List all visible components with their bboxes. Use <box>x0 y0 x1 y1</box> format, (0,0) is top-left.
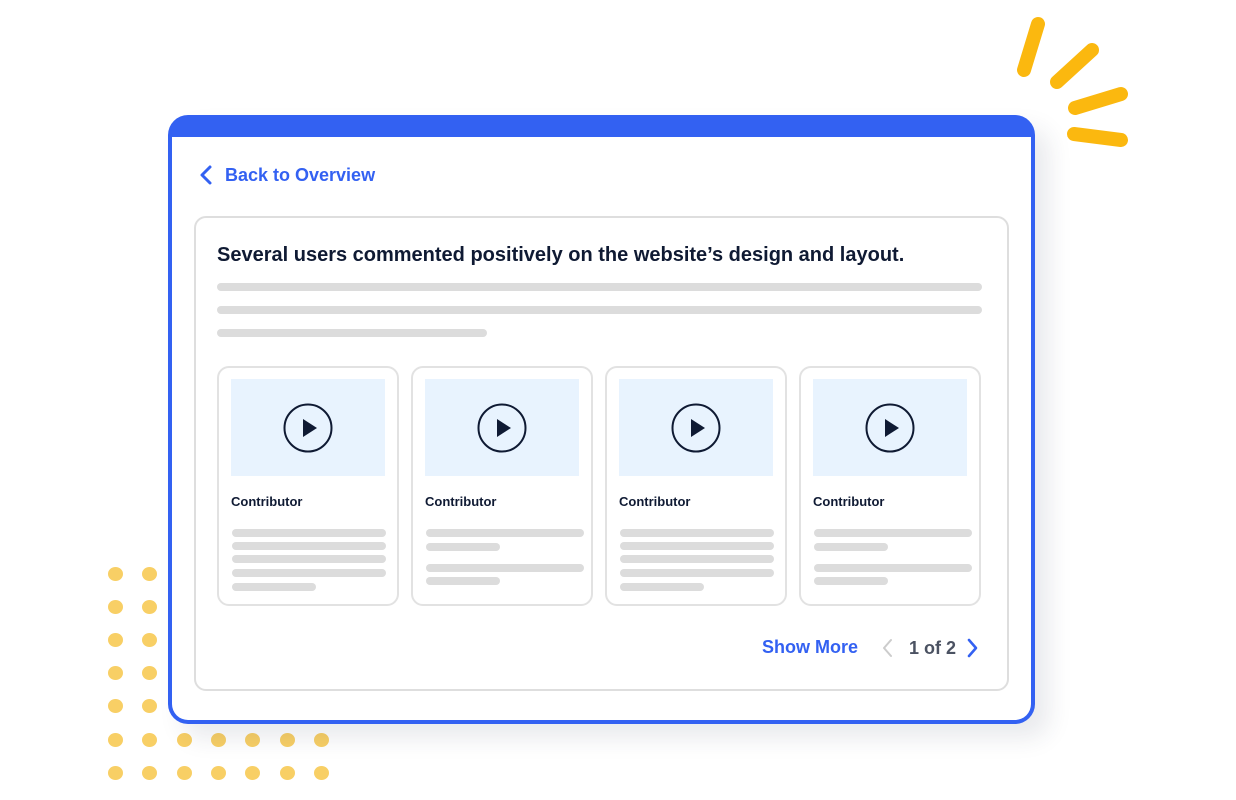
back-link-label: Back to Overview <box>225 164 376 185</box>
decor-dot <box>108 567 123 581</box>
text-placeholder-line <box>232 555 386 563</box>
decor-dot <box>177 733 192 747</box>
contributor-name: Contributor <box>231 494 303 509</box>
play-icon[interactable] <box>477 403 527 453</box>
decor-dot <box>142 567 157 581</box>
text-placeholder-line <box>426 543 500 551</box>
text-placeholder-line <box>620 583 704 591</box>
show-more-button[interactable]: Show More <box>762 637 858 658</box>
text-placeholder-line <box>814 577 888 585</box>
text-placeholder-line <box>232 542 386 550</box>
text-placeholder-line <box>232 529 386 537</box>
text-placeholder-line <box>814 543 888 551</box>
pagination: 1 of 2 <box>880 635 980 661</box>
back-to-overview-link[interactable]: Back to Overview <box>198 164 375 186</box>
decor-dot <box>177 766 192 780</box>
text-placeholder-line <box>426 577 500 585</box>
text-placeholder-line <box>232 569 386 577</box>
decor-dot <box>108 600 123 614</box>
insight-headline: Several users commented positively on th… <box>217 244 905 266</box>
text-placeholder-line <box>426 564 584 572</box>
decor-dot <box>142 600 157 614</box>
insight-panel: Several users commented positively on th… <box>194 216 1009 691</box>
text-placeholder-line <box>217 329 487 337</box>
decor-dot <box>211 766 226 780</box>
chevron-left-icon <box>200 165 212 185</box>
video-thumbnail[interactable] <box>231 379 385 476</box>
text-placeholder-line <box>426 529 584 537</box>
decor-dot <box>280 766 295 780</box>
contributor-name: Contributor <box>425 494 497 509</box>
decor-dot <box>245 733 260 747</box>
contributor-card[interactable]: Contributor <box>411 366 593 606</box>
text-placeholder-line <box>232 583 316 591</box>
decor-dot <box>142 733 157 747</box>
play-icon[interactable] <box>283 403 333 453</box>
text-placeholder-line <box>620 542 774 550</box>
contributor-name: Contributor <box>619 494 691 509</box>
video-thumbnail[interactable] <box>425 379 579 476</box>
play-icon[interactable] <box>671 403 721 453</box>
text-placeholder-line <box>217 283 982 291</box>
decor-dot <box>108 666 123 680</box>
text-placeholder-line <box>620 555 774 563</box>
text-placeholder-line <box>814 564 972 572</box>
decor-dot <box>108 766 123 780</box>
decor-dot <box>142 766 157 780</box>
decor-dot <box>108 633 123 647</box>
decor-dot <box>211 733 226 747</box>
text-placeholder-line <box>814 529 972 537</box>
decor-dot <box>142 666 157 680</box>
decor-dot <box>280 733 295 747</box>
text-placeholder-line <box>620 569 774 577</box>
video-thumbnail[interactable] <box>619 379 773 476</box>
text-placeholder-line <box>620 529 774 537</box>
page-indicator: 1 of 2 <box>909 637 957 658</box>
play-icon[interactable] <box>865 403 915 453</box>
decor-dot <box>142 699 157 713</box>
decor-dot <box>142 633 157 647</box>
contributor-card[interactable]: Contributor <box>605 366 787 606</box>
contributor-card-list: Contributor Contributor Contributor Cont… <box>217 366 982 606</box>
decor-dot <box>314 733 329 747</box>
contributor-name: Contributor <box>813 494 885 509</box>
text-placeholder-line <box>217 306 982 314</box>
chevron-right-icon[interactable] <box>964 637 980 659</box>
decor-dot <box>314 766 329 780</box>
video-thumbnail[interactable] <box>813 379 967 476</box>
decor-dot <box>245 766 260 780</box>
app-window: Back to Overview Several users commented… <box>168 115 1035 724</box>
chevron-left-icon[interactable] <box>880 637 896 659</box>
decor-dot <box>108 699 123 713</box>
decor-dot <box>108 733 123 747</box>
contributor-card[interactable]: Contributor <box>217 366 399 606</box>
contributor-card[interactable]: Contributor <box>799 366 981 606</box>
